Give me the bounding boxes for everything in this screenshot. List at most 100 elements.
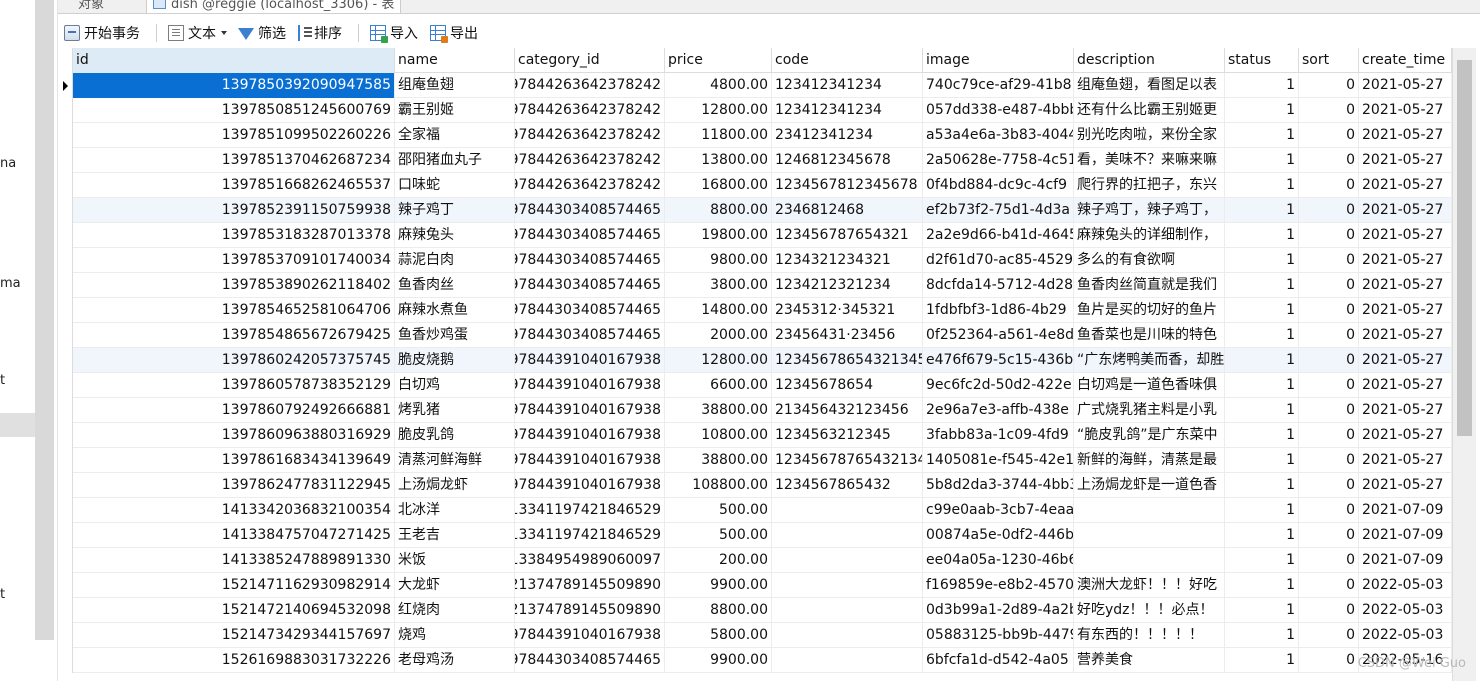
cell-sort[interactable]: 0 bbox=[1299, 598, 1359, 623]
table-row[interactable]: 1397860792492666881烤乳猪139784439104016793… bbox=[58, 398, 1452, 423]
cell-description[interactable]: 组庵鱼翅，看图足以表 bbox=[1074, 73, 1225, 98]
cell-image[interactable]: f169859e-e8b2-4570 bbox=[923, 573, 1074, 598]
cell-id[interactable]: 1397861683434139649 bbox=[73, 448, 395, 473]
cell-description[interactable]: “广东烤鸭美而香，却胜 bbox=[1074, 348, 1225, 373]
cell-category-id[interactable]: 1397844263642378242 bbox=[515, 98, 665, 123]
cell-status[interactable]: 1 bbox=[1225, 323, 1299, 348]
cell-status[interactable]: 1 bbox=[1225, 123, 1299, 148]
cell-id[interactable]: 1526169883031732226 bbox=[73, 648, 395, 673]
cell-image[interactable]: 5b8d2da3-3744-4bb3 bbox=[923, 473, 1074, 498]
cell-name[interactable]: 烧鸡 bbox=[395, 623, 515, 648]
cell-id[interactable]: 1397860242057375745 bbox=[73, 348, 395, 373]
cell-create-time[interactable]: 2021-05-27 bbox=[1359, 273, 1452, 298]
object-tree-label[interactable]: na bbox=[0, 156, 16, 171]
column-header-category-id[interactable]: category_id bbox=[515, 48, 665, 73]
cell-description[interactable]: 看，美味不？来嘛来嘛 bbox=[1074, 148, 1225, 173]
row-indicator[interactable] bbox=[58, 523, 73, 548]
tab-dish-table[interactable]: dish @reggie (localhost_3306) - 表 bbox=[146, 0, 402, 13]
cell-name[interactable]: 烤乳猪 bbox=[395, 398, 515, 423]
cell-id[interactable]: 1397853890262118402 bbox=[73, 273, 395, 298]
row-indicator[interactable] bbox=[58, 623, 73, 648]
cell-image[interactable]: c99e0aab-3cb7-4eaa bbox=[923, 498, 1074, 523]
sort-button[interactable]: 排序 bbox=[298, 22, 342, 44]
row-indicator[interactable] bbox=[58, 323, 73, 348]
scrollbar-thumb[interactable] bbox=[1457, 60, 1472, 436]
cell-name[interactable]: 北冰洋 bbox=[395, 498, 515, 523]
cell-image[interactable]: ee04a05a-1230-46b6 bbox=[923, 548, 1074, 573]
cell-name[interactable]: 霸王别姬 bbox=[395, 98, 515, 123]
cell-code[interactable]: 1246812345678 bbox=[772, 148, 923, 173]
cell-category-id[interactable]: 1397844391040167938 bbox=[515, 448, 665, 473]
table-row[interactable]: 1413385247889891330米饭1413384954989060097… bbox=[58, 548, 1452, 573]
cell-name[interactable]: 麻辣兔头 bbox=[395, 223, 515, 248]
row-indicator[interactable] bbox=[58, 73, 73, 98]
cell-sort[interactable]: 0 bbox=[1299, 448, 1359, 473]
cell-sort[interactable]: 0 bbox=[1299, 548, 1359, 573]
cell-status[interactable]: 1 bbox=[1225, 373, 1299, 398]
cell-category-id[interactable]: 1397844263642378242 bbox=[515, 123, 665, 148]
cell-sort[interactable]: 0 bbox=[1299, 323, 1359, 348]
table-row[interactable]: 1397854652581064706麻辣水煮鱼1397844303408574… bbox=[58, 298, 1452, 323]
cell-name[interactable]: 王老吉 bbox=[395, 523, 515, 548]
cell-description[interactable] bbox=[1074, 498, 1225, 523]
cell-create-time[interactable]: 2021-05-27 bbox=[1359, 198, 1452, 223]
cell-create-time[interactable]: 2021-05-27 bbox=[1359, 173, 1452, 198]
cell-description[interactable]: 好吃ydz！！！必点！ bbox=[1074, 598, 1225, 623]
column-header-description[interactable]: description bbox=[1074, 48, 1225, 73]
cell-id[interactable]: 1521471162930982914 bbox=[73, 573, 395, 598]
cell-sort[interactable]: 0 bbox=[1299, 148, 1359, 173]
cell-status[interactable]: 1 bbox=[1225, 548, 1299, 573]
cell-description[interactable]: 还有什么比霸王别姬更 bbox=[1074, 98, 1225, 123]
cell-price[interactable]: 6600.00 bbox=[665, 373, 772, 398]
cell-category-id[interactable]: 1397844303408574465 bbox=[515, 248, 665, 273]
cell-id[interactable]: 1397850851245600769 bbox=[73, 98, 395, 123]
cell-image[interactable]: 6bfcfa1d-d542-4a05 bbox=[923, 648, 1074, 673]
cell-id[interactable]: 1397851099502260226 bbox=[73, 123, 395, 148]
cell-name[interactable]: 米饭 bbox=[395, 548, 515, 573]
cell-image[interactable]: 00874a5e-0df2-446b bbox=[923, 523, 1074, 548]
cell-image[interactable]: 05883125-bb9b-4479 bbox=[923, 623, 1074, 648]
cell-status[interactable]: 1 bbox=[1225, 623, 1299, 648]
cell-id[interactable]: 1397852391150759938 bbox=[73, 198, 395, 223]
grid-vertical-scrollbar[interactable] bbox=[1452, 48, 1476, 681]
table-row[interactable]: 1397853183287013378麻辣兔头13978443034085744… bbox=[58, 223, 1452, 248]
cell-category-id[interactable]: 1397844303408574465 bbox=[515, 223, 665, 248]
cell-description[interactable]: “脆皮乳鸽”是广东菜中 bbox=[1074, 423, 1225, 448]
cell-create-time[interactable]: 2022-05-03 bbox=[1359, 598, 1452, 623]
cell-sort[interactable]: 0 bbox=[1299, 73, 1359, 98]
cell-create-time[interactable]: 2021-07-09 bbox=[1359, 523, 1452, 548]
cell-id[interactable]: 1413385247889891330 bbox=[73, 548, 395, 573]
table-row[interactable]: 1397861683434139649清蒸河鲜海鲜139784439104016… bbox=[58, 448, 1452, 473]
cell-sort[interactable]: 0 bbox=[1299, 98, 1359, 123]
cell-code[interactable] bbox=[772, 648, 923, 673]
cell-status[interactable]: 1 bbox=[1225, 148, 1299, 173]
cell-sort[interactable]: 0 bbox=[1299, 523, 1359, 548]
cell-category-id[interactable]: 1397844391040167938 bbox=[515, 623, 665, 648]
cell-description[interactable]: 别光吃肉啦，来份全家 bbox=[1074, 123, 1225, 148]
cell-sort[interactable]: 0 bbox=[1299, 623, 1359, 648]
column-header-code[interactable]: code bbox=[772, 48, 923, 73]
cell-image[interactable]: 2e96a7e3-affb-438e bbox=[923, 398, 1074, 423]
cell-create-time[interactable]: 2021-05-27 bbox=[1359, 223, 1452, 248]
cell-price[interactable]: 500.00 bbox=[665, 523, 772, 548]
cell-image[interactable]: 3fabb83a-1c09-4fd9 bbox=[923, 423, 1074, 448]
cell-sort[interactable]: 0 bbox=[1299, 123, 1359, 148]
cell-code[interactable] bbox=[772, 598, 923, 623]
row-indicator[interactable] bbox=[58, 373, 73, 398]
cell-code[interactable]: 23412341234 bbox=[772, 123, 923, 148]
cell-name[interactable]: 脆皮烧鹅 bbox=[395, 348, 515, 373]
table-row[interactable]: 1521472140694532098红烧肉152137478914550989… bbox=[58, 598, 1452, 623]
table-row[interactable]: 1397860578738352129白切鸡139784439104016793… bbox=[58, 373, 1452, 398]
cell-name[interactable]: 大龙虾 bbox=[395, 573, 515, 598]
cell-image[interactable]: 0f4bd884-dc9c-4cf9 bbox=[923, 173, 1074, 198]
cell-name[interactable]: 蒜泥白肉 bbox=[395, 248, 515, 273]
cell-name[interactable]: 邵阳猪血丸子 bbox=[395, 148, 515, 173]
cell-id[interactable]: 1413384757047271425 bbox=[73, 523, 395, 548]
cell-price[interactable]: 19800.00 bbox=[665, 223, 772, 248]
row-indicator[interactable] bbox=[58, 423, 73, 448]
cell-price[interactable]: 13800.00 bbox=[665, 148, 772, 173]
row-indicator[interactable] bbox=[58, 123, 73, 148]
cell-create-time[interactable]: 2021-05-27 bbox=[1359, 248, 1452, 273]
cell-status[interactable]: 1 bbox=[1225, 448, 1299, 473]
cell-name[interactable]: 白切鸡 bbox=[395, 373, 515, 398]
